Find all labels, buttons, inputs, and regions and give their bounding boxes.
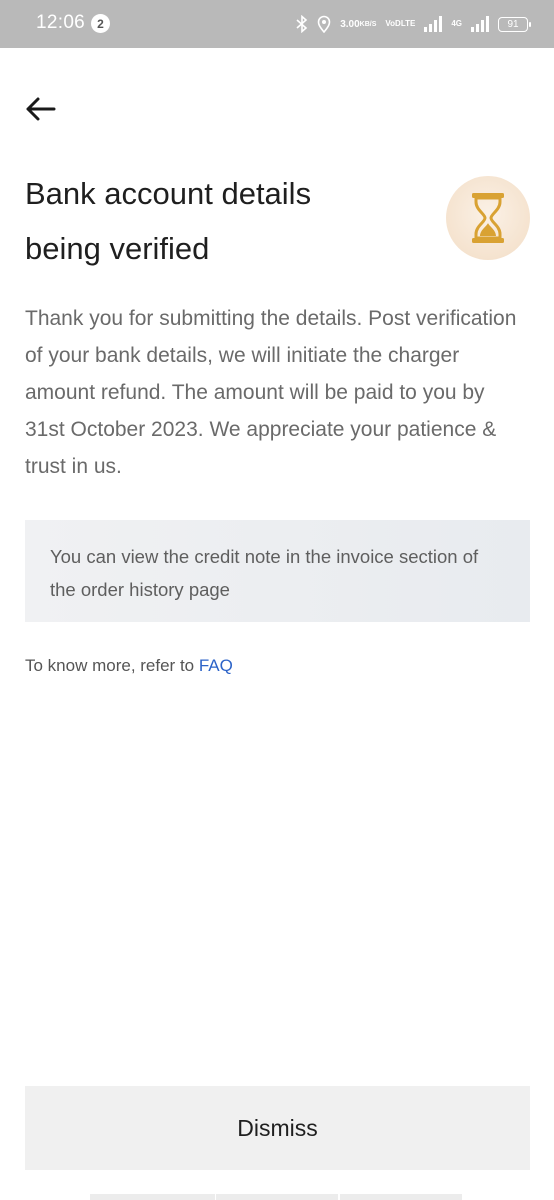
faq-link[interactable]: FAQ [199, 656, 233, 675]
underlying-sheet-segment [90, 1194, 215, 1200]
status-time: 12:06 [36, 12, 86, 33]
notification-count-badge: 2 [91, 14, 110, 33]
hourglass-icon [472, 193, 504, 243]
arrow-left-icon [26, 97, 56, 121]
know-more-prefix: To know more, refer to [25, 656, 199, 675]
status-icons: 3.00 KB/S VoD LTE 4G 91 [296, 10, 531, 38]
underlying-sheet-segment [216, 1194, 338, 1200]
page-title-line-2: being verified [25, 231, 210, 266]
back-button[interactable] [22, 92, 62, 126]
page-title: Bank account details being verified [25, 166, 405, 276]
bluetooth-icon [296, 15, 308, 33]
page-title-line-1: Bank account details [25, 176, 312, 211]
volte-bottom: LTE [400, 19, 416, 28]
location-icon [317, 15, 331, 33]
know-more-text: To know more, refer to FAQ [25, 656, 233, 676]
signal-strength-icon [424, 16, 443, 32]
volte-indicator: VoD LTE [385, 20, 415, 28]
network-speed-indicator: 3.00 KB/S [340, 18, 377, 30]
battery-icon: 91 [498, 16, 531, 32]
verification-message: Thank you for submitting the details. Po… [25, 307, 517, 478]
network-type-indicator: 4G [451, 19, 462, 28]
underlying-sheet-segment [340, 1194, 462, 1200]
dismiss-button[interactable]: Dismiss [25, 1086, 530, 1170]
status-bar: 12:06 2 3.00 KB/S VoD LTE 4G 91 [0, 0, 554, 48]
network-speed-value: 3.00 [340, 18, 360, 30]
signal-strength-2-icon [471, 16, 489, 32]
volte-top: VoD [385, 19, 401, 28]
hourglass-badge [446, 176, 530, 260]
credit-note-info-text: You can view the credit note in the invo… [50, 546, 479, 600]
credit-note-info-box: You can view the credit note in the invo… [25, 520, 530, 622]
network-speed-unit: KB/S [359, 20, 377, 28]
